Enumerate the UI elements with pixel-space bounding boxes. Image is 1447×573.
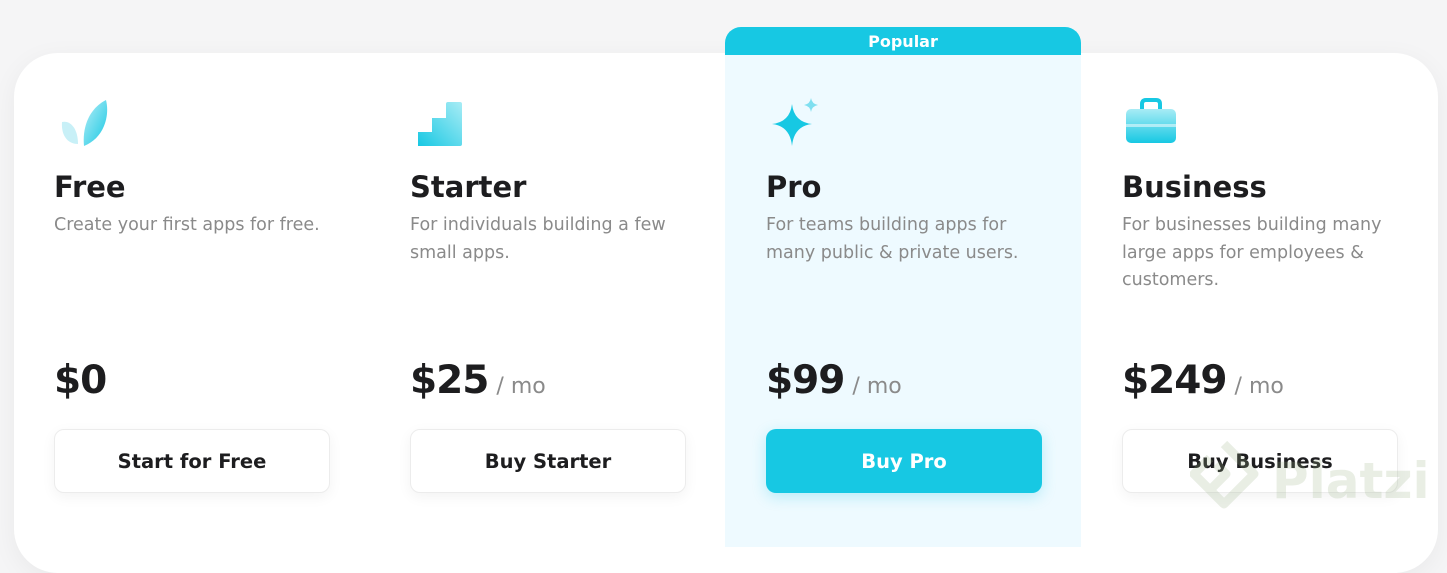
sparkle-icon — [766, 96, 826, 152]
leaf-icon — [54, 96, 114, 152]
price-amount: $25 — [410, 358, 489, 403]
plan-card-pro: Pro For teams building apps for many pub… — [766, 0, 1066, 522]
plan-description: Create your first apps for free. — [54, 215, 320, 235]
plan-card-business: Business For businesses building many la… — [1122, 0, 1422, 522]
buy-business-button[interactable]: Buy Business — [1122, 429, 1398, 493]
briefcase-icon — [1122, 96, 1182, 152]
plan-price: $0 — [54, 358, 107, 403]
plan-card-starter: Starter For individuals building a few s… — [410, 0, 710, 522]
plan-name: Starter — [410, 170, 527, 204]
plan-price: $249/ mo — [1122, 358, 1284, 403]
buy-starter-button[interactable]: Buy Starter — [410, 429, 686, 493]
price-amount: $249 — [1122, 358, 1228, 403]
price-period: / mo — [496, 374, 546, 399]
buy-pro-button[interactable]: Buy Pro — [766, 429, 1042, 493]
plan-name: Pro — [766, 170, 822, 204]
price-amount: $0 — [54, 358, 107, 403]
plan-description: For individuals building a few small app… — [410, 215, 666, 263]
plan-description: For teams building apps for many public … — [766, 215, 1019, 263]
price-amount: $99 — [766, 358, 845, 403]
plan-name: Business — [1122, 170, 1267, 204]
price-period: / mo — [852, 374, 902, 399]
plan-name: Free — [54, 170, 126, 204]
plan-card-free: Free Create your first apps for free. $0… — [54, 0, 354, 522]
price-period: / mo — [1234, 374, 1284, 399]
plan-description: For businesses building many large apps … — [1122, 215, 1382, 290]
plan-price: $99 / mo — [766, 358, 902, 403]
plan-price: $25 / mo — [410, 358, 546, 403]
stairs-icon — [410, 96, 470, 152]
start-for-free-button[interactable]: Start for Free — [54, 429, 330, 493]
